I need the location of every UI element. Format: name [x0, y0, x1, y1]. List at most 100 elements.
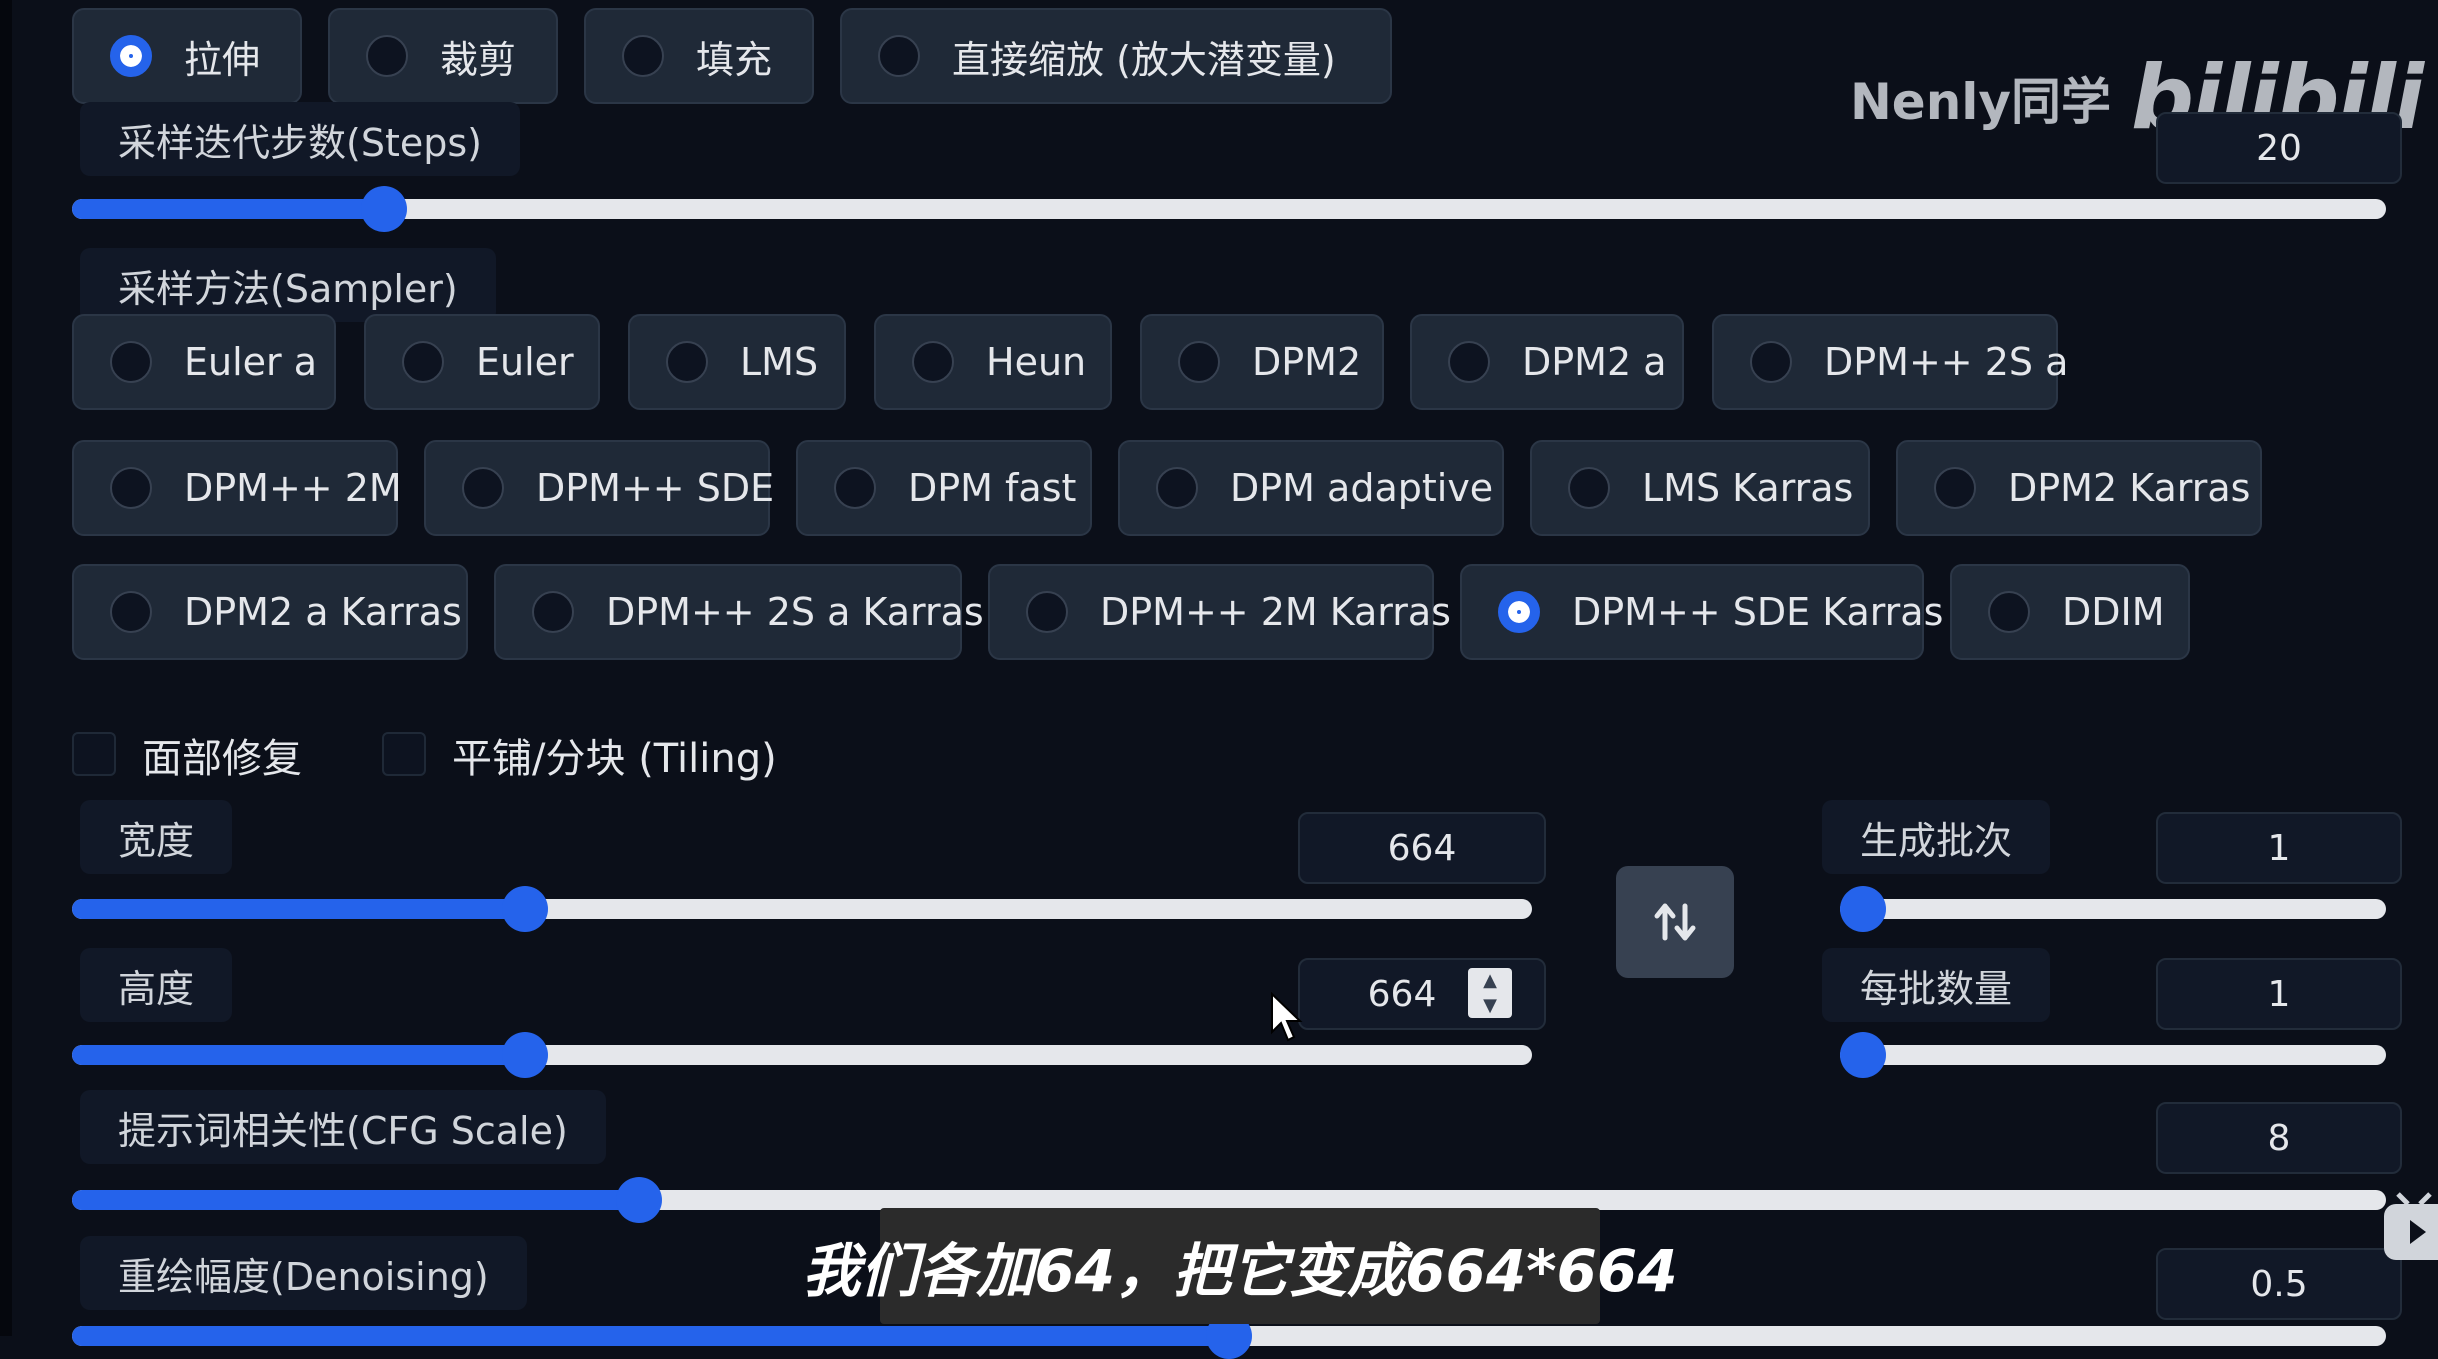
option-label: DPM++ SDE [536, 466, 775, 510]
radio-dot [110, 35, 152, 77]
sampler-option-dpmpp-2m-karras[interactable]: DPM++ 2M Karras [988, 564, 1451, 660]
radio-dot [1026, 591, 1068, 633]
sampler-option-lms-karras[interactable]: LMS Karras [1530, 440, 1870, 536]
spinner-down-icon[interactable]: ▼ [1483, 996, 1497, 1015]
slider-fill [72, 1326, 1229, 1346]
option-label: DPM fast [908, 466, 1077, 510]
radio-dot [622, 35, 664, 77]
denoising-input[interactable]: 0.5 [2156, 1248, 2402, 1320]
width-input[interactable]: 664 [1298, 812, 1546, 884]
option-label: 直接缩放 (放大潜变量) [952, 37, 1336, 82]
spinner-up-icon[interactable]: ▲ [1483, 971, 1497, 990]
tiling-checkbox[interactable] [382, 732, 426, 776]
sampler-option-dpm2[interactable]: DPM2 [1140, 314, 1384, 410]
option-label: DPM2 [1252, 340, 1362, 384]
option-label: Euler a [184, 340, 318, 384]
radio-dot [666, 341, 708, 383]
option-label: DPM++ 2S a Karras [606, 590, 984, 634]
radio-dot [1156, 467, 1198, 509]
batch-count-slider[interactable] [1840, 886, 2386, 932]
radio-dot [1750, 341, 1792, 383]
radio-dot [110, 341, 152, 383]
steps-input[interactable]: 20 [2156, 112, 2402, 184]
cfg-scale-label: 提示词相关性(CFG Scale) [80, 1090, 606, 1164]
option-label: DPM++ 2M [184, 466, 402, 510]
resize-option-stretch[interactable]: 拉伸 [72, 8, 302, 104]
face-restore-label[interactable]: 面部修复 [142, 726, 302, 784]
option-label: DPM++ 2M Karras [1100, 590, 1451, 634]
radio-dot [912, 341, 954, 383]
radio-dot [1498, 591, 1540, 633]
slider-handle[interactable] [1840, 1032, 1886, 1078]
option-label: DPM2 a [1522, 340, 1667, 384]
resize-option-crop[interactable]: 裁剪 [328, 8, 558, 104]
radio-dot [110, 467, 152, 509]
slider-handle[interactable] [501, 1032, 548, 1078]
sampler-option-lms[interactable]: LMS [628, 314, 846, 410]
sampler-option-dpm2-karras[interactable]: DPM2 Karras [1896, 440, 2262, 536]
option-label: DPM2 Karras [2008, 466, 2251, 510]
radio-dot [402, 341, 444, 383]
sampler-option-dpmpp-sde-karras[interactable]: DPM++ SDE Karras [1460, 564, 1943, 660]
radio-dot [1934, 467, 1976, 509]
radio-dot [366, 35, 408, 77]
face-restore-checkbox[interactable] [72, 732, 116, 776]
batch-size-input[interactable]: 1 [2156, 958, 2402, 1030]
radio-dot [532, 591, 574, 633]
sampler-option-dpm-fast[interactable]: DPM fast [796, 440, 1092, 536]
swap-dimensions-button[interactable] [1616, 866, 1734, 978]
cfg-scale-input[interactable]: 8 [2156, 1102, 2402, 1174]
sampler-option-dpm2-a-karras[interactable]: DPM2 a Karras [72, 564, 468, 660]
slider-handle[interactable] [361, 186, 408, 232]
sampler-option-dpmpp-2s-a-karras[interactable]: DPM++ 2S a Karras [494, 564, 984, 660]
cfg-scale-slider[interactable] [72, 1177, 2386, 1223]
slider-fill [72, 1190, 639, 1210]
spinner-icon[interactable]: ▲ ▼ [1468, 968, 1512, 1018]
radio-dot [462, 467, 504, 509]
sampler-option-euler-a[interactable]: Euler a [72, 314, 336, 410]
option-label: LMS Karras [1642, 466, 1854, 510]
sampler-option-dpm2-a[interactable]: DPM2 a [1410, 314, 1684, 410]
option-label: 拉伸 [184, 37, 261, 82]
slider-handle[interactable] [501, 886, 548, 932]
height-label: 高度 [80, 948, 233, 1022]
radio-dot [1988, 591, 2030, 633]
batch-size-label: 每批数量 [1822, 948, 2051, 1022]
video-subtitle: 我们各加64，把它变成664*664 [802, 1208, 1678, 1324]
radio-dot [878, 35, 920, 77]
radio-dot [1448, 341, 1490, 383]
window-edge [0, 0, 12, 1336]
tiling-label[interactable]: 平铺/分块 (Tiling) [452, 726, 777, 784]
swap-icon [1654, 903, 1696, 941]
sampler-option-dpm-adaptive[interactable]: DPM adaptive [1118, 440, 1504, 536]
option-label: 裁剪 [440, 37, 517, 82]
option-label: LMS [740, 340, 819, 384]
sampler-option-dpmpp-2s-a[interactable]: DPM++ 2S a [1712, 314, 2068, 410]
option-label: DPM++ SDE Karras [1572, 590, 1944, 634]
option-label: DPM2 a Karras [184, 590, 462, 634]
sampler-label: 采样方法(Sampler) [80, 248, 496, 322]
steps-slider[interactable] [72, 186, 2386, 232]
height-slider[interactable] [72, 1032, 1532, 1078]
option-label: 填充 [696, 37, 773, 82]
option-label: DPM++ 2S a [1824, 340, 2069, 384]
resize-option-latent-upscale[interactable]: 直接缩放 (放大潜变量) [840, 8, 1392, 104]
tv-icon [2384, 1192, 2438, 1260]
sampler-option-dpmpp-2m[interactable]: DPM++ 2M [72, 440, 402, 536]
sampler-option-heun[interactable]: Heun [874, 314, 1112, 410]
width-label: 宽度 [80, 800, 233, 874]
sampler-option-euler[interactable]: Euler [364, 314, 600, 410]
batch-count-label: 生成批次 [1822, 800, 2051, 874]
cursor-icon [1271, 992, 1303, 1042]
height-value: 664 [1367, 973, 1437, 1015]
width-slider[interactable] [72, 886, 1532, 932]
sampler-option-dpmpp-sde[interactable]: DPM++ SDE [424, 440, 774, 536]
batch-count-input[interactable]: 1 [2156, 812, 2402, 884]
radio-dot [1568, 467, 1610, 509]
slider-handle[interactable] [1840, 886, 1886, 932]
batch-size-slider[interactable] [1840, 1032, 2386, 1078]
resize-option-fill[interactable]: 填充 [584, 8, 814, 104]
slider-handle[interactable] [615, 1177, 662, 1223]
sampler-option-ddim[interactable]: DDIM [1950, 564, 2190, 660]
denoising-slider[interactable] [72, 1313, 2386, 1359]
